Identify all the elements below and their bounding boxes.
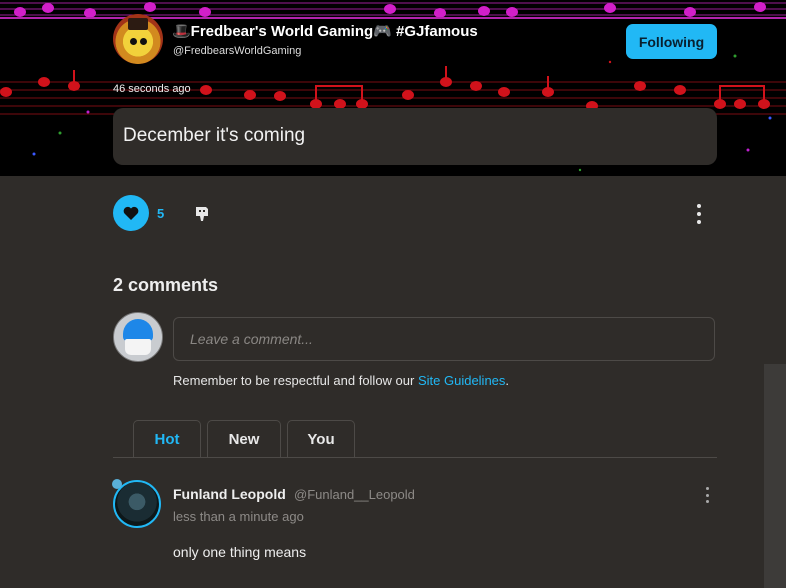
- more-vertical-icon[interactable]: [692, 204, 706, 224]
- commenter-avatar[interactable]: [112, 479, 161, 528]
- tab-hot[interactable]: Hot: [133, 420, 201, 458]
- following-button[interactable]: Following: [626, 24, 717, 59]
- commenter-handle[interactable]: @Funland__Leopold: [294, 487, 415, 502]
- current-user-avatar[interactable]: [113, 312, 163, 362]
- dislike-button[interactable]: [191, 203, 213, 225]
- avatar-badge: [112, 479, 122, 489]
- author-handle[interactable]: @FredbearsWorldGaming: [173, 45, 301, 57]
- tabs-divider: [113, 457, 717, 458]
- heart-icon: [123, 206, 139, 220]
- avatar-cap: [123, 319, 153, 341]
- dislike-icon: [196, 207, 208, 221]
- author-avatar[interactable]: [113, 14, 163, 64]
- author-name[interactable]: 🎩Fredbear's World Gaming🎮 #GJfamous: [172, 22, 478, 40]
- guidelines-suffix: .: [505, 373, 510, 388]
- comment-timestamp[interactable]: less than a minute ago: [173, 509, 304, 524]
- tab-you[interactable]: You: [287, 420, 355, 458]
- post-text: December it's coming: [123, 125, 306, 146]
- like-count[interactable]: 5: [157, 206, 164, 221]
- avatar-eye: [130, 38, 137, 45]
- avatar-cup: [125, 339, 151, 355]
- page-scrollbar[interactable]: [764, 364, 786, 588]
- guidelines-prefix: Remember to be respectful and follow our: [173, 373, 418, 388]
- site-guidelines-link[interactable]: Site Guidelines: [418, 373, 505, 388]
- tab-new[interactable]: New: [207, 420, 281, 458]
- comments-count-heading: 2 comments: [113, 275, 219, 295]
- comment-more-icon[interactable]: [703, 487, 711, 503]
- comment-input[interactable]: [173, 317, 715, 361]
- avatar-hat: [128, 18, 148, 30]
- post-timestamp[interactable]: 46 seconds ago: [113, 83, 191, 95]
- post-header-banner: 🎩Fredbear's World Gaming🎮 #GJfamous @Fre…: [0, 0, 786, 176]
- comment-text: only one thing means: [173, 544, 307, 560]
- post-text-card: December it's coming: [113, 108, 717, 165]
- commenter-name[interactable]: Funland Leopold: [173, 486, 286, 502]
- like-button[interactable]: [113, 195, 149, 231]
- guidelines-notice: Remember to be respectful and follow our…: [173, 373, 509, 388]
- avatar-eye: [140, 38, 147, 45]
